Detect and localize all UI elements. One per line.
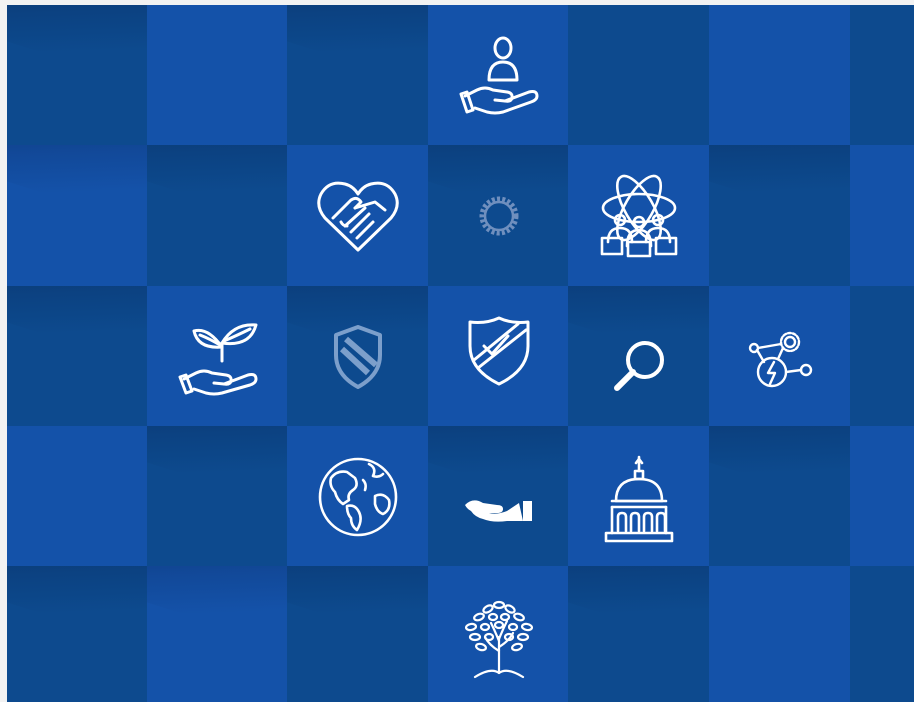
tile [850,566,914,702]
open-hand-icon [463,493,535,523]
tile [709,5,850,146]
tile [147,566,288,702]
tile-energy-network [709,286,850,427]
tile-capitol-building [568,426,709,567]
faded-shield-icon [332,324,384,389]
atom-team-icon [598,172,680,260]
tile [568,566,709,702]
tile-plant-in-hand [147,286,288,427]
tile [147,5,288,146]
tile-gear [428,145,569,286]
tile [850,5,914,146]
tile-globe [287,426,428,567]
capitol-building-icon [602,455,676,543]
icon-tile-grid [7,5,914,702]
tile [147,145,288,286]
tile-shield-check [428,286,569,427]
tile [7,5,148,146]
magnifying-glass-icon [611,338,667,394]
tile [7,566,148,702]
shield-check-icon [466,316,532,386]
tile [709,566,850,702]
tile [287,566,428,702]
plant-in-hand-icon [176,321,260,395]
gear-icon [476,193,522,239]
tile [7,426,148,567]
tile [709,426,850,567]
tile [850,286,914,427]
tile [850,426,914,567]
tile-open-hand [428,426,569,567]
tile [147,426,288,567]
tile [709,145,850,286]
tile-faded-shield [287,286,428,427]
tile [7,145,148,286]
tile-person-in-hand [428,5,569,146]
energy-network-icon [748,326,812,392]
globe-icon [317,456,399,538]
tile [287,5,428,146]
tile-magnifying-glass [568,286,709,427]
tile [568,5,709,146]
heart-handshake-icon [315,178,401,254]
tile [7,286,148,427]
tile-atom-team [568,145,709,286]
tile [850,145,914,286]
tile-tree [428,566,569,702]
person-in-hand-icon [457,36,541,116]
tile-heart-handshake [287,145,428,286]
tree-icon [461,597,537,681]
